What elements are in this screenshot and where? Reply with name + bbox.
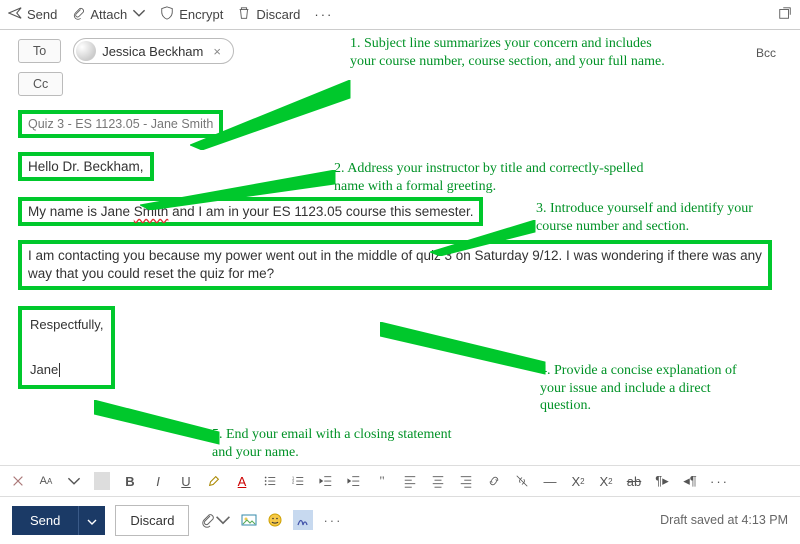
align-center-button[interactable]	[430, 474, 446, 488]
misspelled-word: Smith	[134, 204, 169, 219]
format-toolbar: AA B I U A 12 " — X2 X2 ab ¶▸ ◂¶ ···	[0, 465, 800, 497]
bullets-button[interactable]	[262, 474, 278, 488]
discard-command[interactable]: Discard	[237, 6, 300, 23]
send-button[interactable]: Send	[12, 506, 78, 535]
superscript-button[interactable]: X2	[570, 474, 586, 489]
svg-text:2: 2	[292, 480, 295, 485]
text-color-button[interactable]: A	[234, 474, 250, 489]
attach-button-bottom[interactable]	[199, 512, 231, 528]
bold-button[interactable]: B	[122, 474, 138, 489]
annotation-3: 3. Introduce yourself and identify your …	[536, 200, 756, 235]
send-command[interactable]: Send	[8, 6, 57, 23]
send-bar: Send Discard ··· Draft saved at 4:13 PM	[0, 497, 800, 543]
recipient-name: Jessica Beckham	[102, 44, 203, 59]
encrypt-label: Encrypt	[179, 7, 223, 22]
format-more[interactable]: ···	[710, 474, 729, 489]
encrypt-command[interactable]: Encrypt	[160, 6, 223, 23]
unlink-button[interactable]	[514, 474, 530, 488]
rtl-button[interactable]: ◂¶	[682, 473, 698, 489]
draft-status: Draft saved at 4:13 PM	[660, 513, 788, 527]
align-right-button[interactable]	[458, 474, 474, 488]
trash-icon	[237, 6, 251, 23]
closing-line1: Respectfully,	[30, 317, 103, 332]
bcc-button[interactable]: Bcc	[756, 46, 776, 60]
cc-row: Cc	[18, 72, 782, 96]
subscript-button[interactable]: X2	[598, 474, 614, 489]
to-button[interactable]: To	[18, 39, 61, 63]
strike-button[interactable]: ab	[626, 474, 642, 489]
remove-recipient-button[interactable]: ×	[209, 44, 225, 59]
discard-button[interactable]: Discard	[115, 505, 189, 536]
avatar	[76, 41, 96, 61]
popout-icon	[778, 6, 792, 23]
closing-text: Respectfully, Jane	[18, 306, 115, 388]
underline-button[interactable]: U	[178, 474, 194, 489]
indent-button[interactable]	[346, 474, 362, 488]
picture-button[interactable]	[241, 512, 257, 528]
subject-field[interactable]: Quiz 3 - ES 1123.05 - Jane Smith	[18, 110, 223, 138]
reason-text: I am contacting you because my power wen…	[18, 240, 772, 290]
discard-label: Discard	[256, 7, 300, 22]
annotation-1: 1. Subject line summarizes your concern …	[350, 35, 670, 70]
more-command[interactable]: ···	[314, 7, 333, 22]
send-icon	[8, 6, 22, 23]
chevron-down-icon	[132, 6, 146, 23]
highlight-button[interactable]	[206, 474, 222, 488]
annotation-5: 5. End your email with a closing stateme…	[212, 426, 472, 461]
outdent-button[interactable]	[318, 474, 334, 488]
signature-button[interactable]	[293, 510, 313, 530]
annotation-2: 2. Address your instructor by title and …	[334, 160, 654, 195]
cc-button[interactable]: Cc	[18, 72, 63, 96]
popout-button[interactable]	[778, 6, 792, 23]
paperclip-icon	[71, 6, 85, 23]
more-send-button[interactable]: ···	[323, 513, 342, 528]
quote-button[interactable]: "	[374, 473, 390, 489]
font-color-drop[interactable]	[66, 474, 82, 488]
closing-line2: Jane	[30, 362, 58, 377]
command-bar: Send Attach Encrypt Discard ···	[0, 0, 800, 30]
recipient-chip[interactable]: Jessica Beckham ×	[73, 38, 234, 64]
send-split-button: Send	[12, 506, 105, 535]
subject-row[interactable]: Quiz 3 - ES 1123.05 - Jane Smith	[18, 110, 782, 138]
arrow-5	[94, 400, 224, 448]
attach-label: Attach	[90, 7, 127, 22]
numbering-button[interactable]: 12	[290, 474, 306, 488]
emoji-button[interactable]	[267, 512, 283, 528]
italic-button[interactable]: I	[150, 474, 166, 489]
align-left-button[interactable]	[402, 474, 418, 488]
send-label: Send	[27, 7, 57, 22]
greeting-text: Hello Dr. Beckham,	[18, 152, 154, 181]
send-options-button[interactable]	[78, 506, 105, 535]
font-size-button[interactable]: AA	[38, 475, 54, 487]
intro-text: My name is Jane Smith and I am in your E…	[18, 197, 483, 226]
clear-format-button[interactable]	[10, 474, 26, 488]
text-cursor	[59, 363, 60, 377]
shield-icon	[160, 6, 174, 23]
hr-button[interactable]: —	[542, 474, 558, 489]
annotation-4: 4. Provide a concise explanation of your…	[540, 362, 760, 415]
compose-area: To Jessica Beckham × Bcc Cc Quiz 3 - ES …	[0, 30, 800, 465]
link-button[interactable]	[486, 474, 502, 488]
ltr-button[interactable]: ¶▸	[654, 473, 670, 489]
attach-command[interactable]: Attach	[71, 6, 146, 23]
